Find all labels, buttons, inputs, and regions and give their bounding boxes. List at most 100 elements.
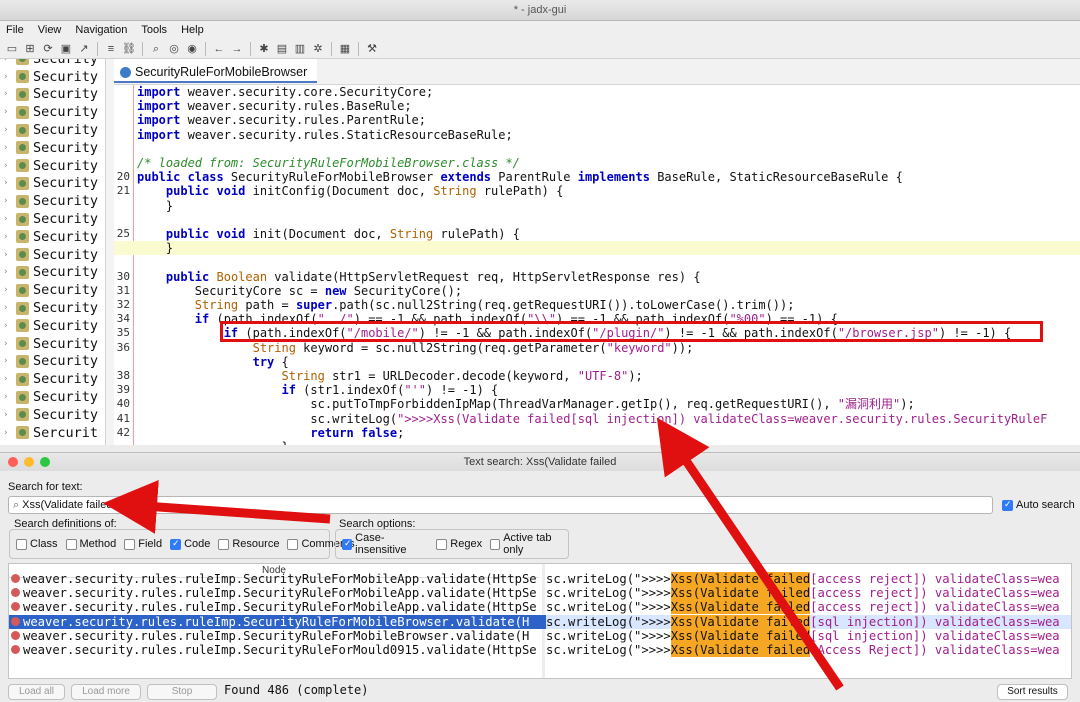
tree-item[interactable]: › Security	[0, 406, 105, 424]
save-icon[interactable]: ▣	[58, 41, 74, 57]
export-icon[interactable]: ↗	[76, 41, 92, 57]
tree-scrollbar[interactable]	[106, 59, 114, 445]
chevron-right-icon[interactable]: ›	[3, 374, 13, 384]
sync-icon[interactable]: ⟳	[40, 41, 56, 57]
chevron-right-icon[interactable]: ›	[3, 107, 13, 117]
debug-icon[interactable]: ✲	[310, 41, 326, 57]
tree-item[interactable]: › Security	[0, 59, 105, 68]
chevron-right-icon[interactable]: ›	[3, 303, 13, 313]
log-icon[interactable]: ▥	[292, 41, 308, 57]
chevron-right-icon[interactable]: ›	[3, 285, 13, 295]
chevron-right-icon[interactable]: ›	[3, 250, 13, 260]
tree-item[interactable]: › Security	[0, 86, 105, 104]
def-code[interactable]: Code	[170, 538, 210, 550]
result-row[interactable]: weaver.security.rules.ruleImp.SecurityRu…	[9, 614, 1071, 629]
tree-item[interactable]: › Security	[0, 317, 105, 335]
log-viewer-icon[interactable]: ▦	[337, 41, 353, 57]
code-area[interactable]: import weaver.security.core.SecurityCore…	[114, 85, 1080, 445]
preferences-icon[interactable]: ⚒	[364, 41, 380, 57]
def-resource[interactable]: Resource	[218, 538, 279, 550]
tab-security-rule-for-mobile-browser[interactable]: SecurityRuleForMobileBrowser	[114, 59, 318, 83]
menu-navigation[interactable]: Navigation	[75, 24, 127, 36]
chevron-right-icon[interactable]: ›	[3, 178, 13, 188]
tree-item[interactable]: › Security	[0, 353, 105, 371]
checkbox[interactable]	[342, 538, 353, 550]
minimize-icon[interactable]	[24, 457, 34, 467]
tree-item[interactable]: › Security	[0, 157, 105, 175]
checkbox[interactable]	[170, 538, 182, 550]
tree-item[interactable]: › Security	[0, 246, 105, 264]
menu-tools[interactable]: Tools	[141, 24, 167, 36]
chevron-right-icon[interactable]: ›	[3, 59, 13, 64]
auto-search-option[interactable]: Auto search	[1002, 499, 1075, 511]
checkbox[interactable]	[218, 538, 230, 550]
tree-item[interactable]: › Security	[0, 281, 105, 299]
chevron-right-icon[interactable]: ›	[3, 428, 13, 438]
tree-item[interactable]: › Security	[0, 103, 105, 121]
chevron-right-icon[interactable]: ›	[3, 267, 13, 277]
find-class-icon[interactable]: ◎	[166, 41, 182, 57]
chevron-right-icon[interactable]: ›	[3, 89, 13, 99]
tree-item[interactable]: › Security	[0, 370, 105, 388]
opt-case-insensitive[interactable]: Case-insensitive	[342, 532, 428, 556]
chevron-right-icon[interactable]: ›	[3, 214, 13, 224]
forward-icon[interactable]: →	[229, 41, 245, 57]
chevron-right-icon[interactable]: ›	[3, 143, 13, 153]
tree-item[interactable]: › Security	[0, 210, 105, 228]
tree-item[interactable]: › Security	[0, 299, 105, 317]
chevron-right-icon[interactable]: ›	[3, 72, 13, 82]
menu-view[interactable]: View	[38, 24, 62, 36]
chevron-right-icon[interactable]: ›	[3, 125, 13, 135]
result-row[interactable]: weaver.security.rules.ruleImp.SecurityRu…	[9, 586, 1071, 601]
sort-results-button[interactable]: Sort results	[997, 683, 1068, 700]
project-tree[interactable]: › Security › Security › Security › Security › Sec…	[0, 59, 106, 445]
close-icon[interactable]	[8, 457, 18, 467]
quark-icon[interactable]: ✱	[256, 41, 272, 57]
flatten-icon[interactable]: ≡	[103, 41, 119, 57]
result-row[interactable]: weaver.security.rules.ruleImp.SecurityRu…	[9, 572, 1071, 586]
tree-item[interactable]: › Security	[0, 264, 105, 282]
load-all-button[interactable]: Load all	[8, 683, 65, 700]
search-input[interactable]: ⌕ Xss(Validate failed	[8, 496, 993, 514]
checkbox[interactable]	[65, 538, 77, 550]
checkbox[interactable]	[436, 538, 448, 550]
checkbox[interactable]	[490, 538, 501, 550]
tree-item[interactable]: › Security	[0, 228, 105, 246]
results-table[interactable]: Node weaver.security.rules.ruleImp.Secur…	[8, 563, 1072, 679]
tree-item[interactable]: › Security	[0, 175, 105, 193]
chevron-right-icon[interactable]: ›	[3, 356, 13, 366]
checkbox[interactable]	[16, 538, 27, 550]
def-method[interactable]: Method	[65, 538, 116, 550]
code-editor[interactable]: SecurityRuleForMobileBrowser import weav…	[114, 59, 1080, 445]
tree-item[interactable]: › Security	[0, 68, 105, 86]
back-icon[interactable]: ←	[211, 41, 227, 57]
stop-button[interactable]: Stop	[147, 683, 217, 700]
def-class[interactable]: Class	[16, 538, 58, 550]
zoom-icon[interactable]	[40, 457, 50, 467]
tree-item[interactable]: › Security	[0, 335, 105, 353]
deobf-icon[interactable]: ▤	[274, 41, 290, 57]
tree-item[interactable]: › Sercurit	[0, 424, 105, 442]
tree-item[interactable]: › Security	[0, 388, 105, 406]
find-usage-icon[interactable]: ◉	[184, 41, 200, 57]
chevron-right-icon[interactable]: ›	[3, 339, 13, 349]
load-more-button[interactable]: Load more	[71, 683, 141, 700]
add-file-icon[interactable]: ⊞	[22, 41, 38, 57]
chevron-right-icon[interactable]: ›	[3, 161, 13, 171]
opt-regex[interactable]: Regex	[436, 538, 482, 550]
tree-item[interactable]: › Security	[0, 121, 105, 139]
result-row[interactable]: weaver.security.rules.ruleImp.SecurityRu…	[9, 628, 1071, 643]
chevron-right-icon[interactable]: ›	[3, 321, 13, 331]
def-field[interactable]: Field	[124, 538, 162, 550]
chevron-right-icon[interactable]: ›	[3, 196, 13, 206]
checkbox[interactable]	[287, 538, 299, 550]
opt-active-tab-only[interactable]: Active tab only	[490, 532, 568, 556]
chevron-right-icon[interactable]: ›	[3, 410, 13, 420]
menu-file[interactable]: File	[6, 24, 24, 36]
result-row[interactable]: weaver.security.rules.ruleImp.SecurityRu…	[9, 600, 1071, 615]
tree-item[interactable]: › Security	[0, 192, 105, 210]
result-row[interactable]: weaver.security.rules.ruleImp.SecurityRu…	[9, 643, 1071, 657]
tree-item[interactable]: › Security	[0, 139, 105, 157]
open-icon[interactable]: ▭	[4, 41, 20, 57]
checkbox[interactable]	[124, 538, 136, 550]
